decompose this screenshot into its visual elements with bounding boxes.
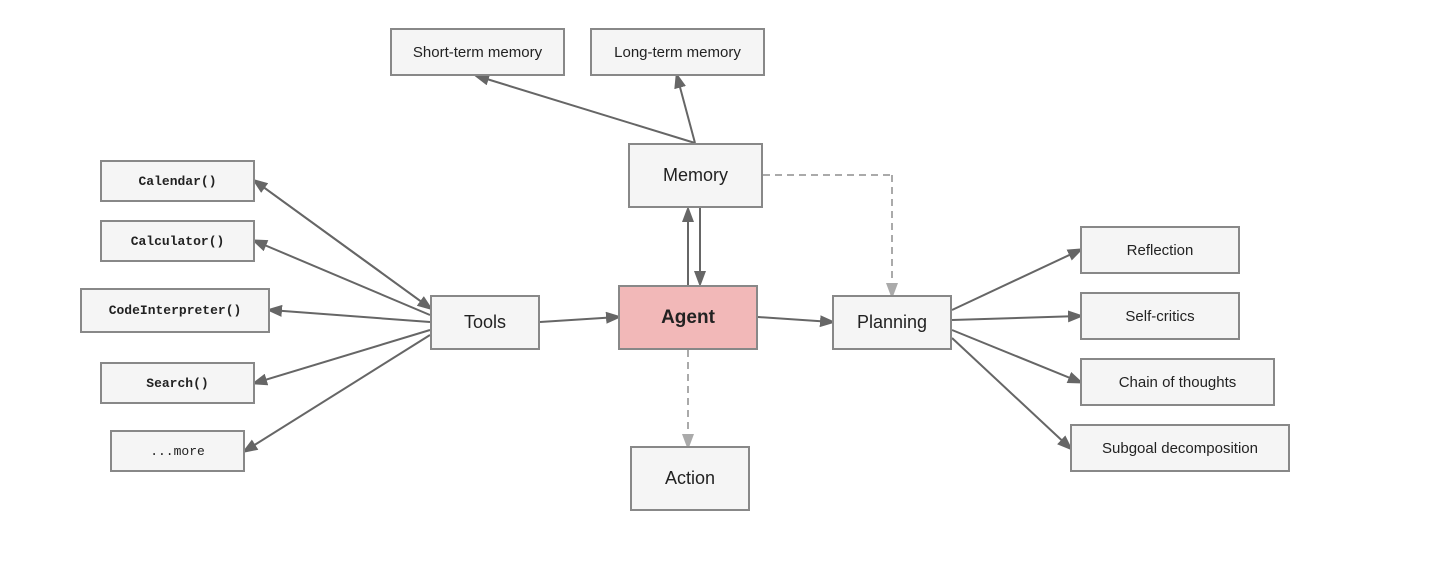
agent-node: Agent (618, 285, 758, 350)
codeinterpreter-node: CodeInterpreter() (80, 288, 270, 333)
more-node: ...more (110, 430, 245, 472)
calculator-node: Calculator() (100, 220, 255, 262)
planning-node: Planning (832, 295, 952, 350)
memory-node: Memory (628, 143, 763, 208)
reflection-node: Reflection (1080, 226, 1240, 274)
selfcritics-node: Self-critics (1080, 292, 1240, 340)
chainofthoughts-node: Chain of thoughts (1080, 358, 1275, 406)
diagram: Short-term memory Long-term memory Memor… (0, 0, 1456, 577)
long-term-memory-node: Long-term memory (590, 28, 765, 76)
action-node: Action (630, 446, 750, 511)
subgoal-node: Subgoal decomposition (1070, 424, 1290, 472)
tools-node: Tools (430, 295, 540, 350)
calendar-node: Calendar() (100, 160, 255, 202)
search-node: Search() (100, 362, 255, 404)
short-term-memory-node: Short-term memory (390, 28, 565, 76)
